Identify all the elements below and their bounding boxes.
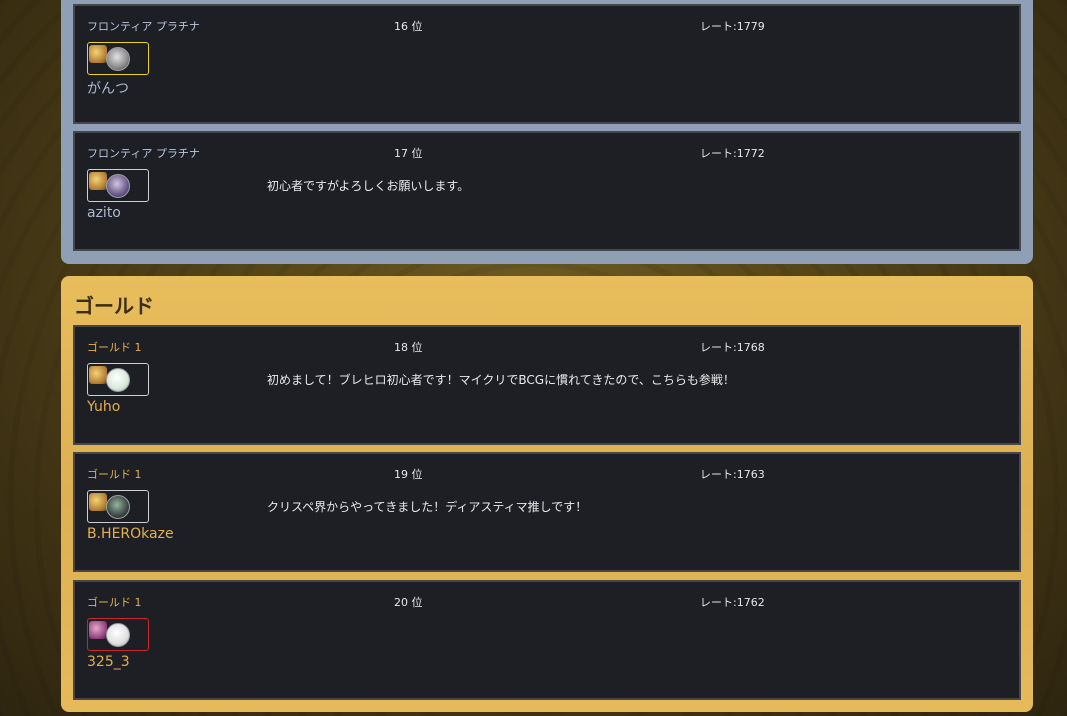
ranking-position: 20 位 [394,596,423,609]
player-name[interactable]: がんつ [87,78,129,98]
player-comment: 初めまして！ブレヒロ初心者です！マイクリでBCGに慣れてきたので、こちらも参戦！ [267,373,735,387]
leader-hero-icon [89,366,107,384]
ranking-position: 19 位 [394,468,423,481]
deck-thumbnail[interactable] [87,363,149,396]
rank-label: ゴールド 1 [87,468,142,481]
ranking-position: 17 位 [394,147,423,160]
deck-thumbnail[interactable] [87,42,149,75]
ranking-entry[interactable]: ゴールド 1 18 位 レート:1768 Yuho 初めまして！ブレヒロ初心者で… [73,325,1021,445]
rating-value: レート:1779 [700,20,765,33]
ranking-section-platinum: フロンティア プラチナ 16 位 レート:1779 がんつ フロンティア プラチ… [61,0,1033,264]
leader-hero-icon [89,493,107,511]
leader-hero-icon [89,172,107,190]
rating-value: レート:1772 [700,147,765,160]
hero-card-icon [106,47,130,71]
hero-card-icon [106,623,130,647]
hero-card-icon [106,174,130,198]
player-name[interactable]: B.HEROkaze [87,526,174,542]
ranking-entry[interactable]: フロンティア プラチナ 16 位 レート:1779 がんつ [73,4,1021,124]
player-comment: クリスペ界からやってきました！ディアスティマ推しです！ [267,500,588,514]
leader-hero-icon [89,45,107,63]
player-comment: 初心者ですがよろしくお願いします。 [267,179,470,193]
rating-value: レート:1768 [700,341,765,354]
ranking-position: 16 位 [394,20,423,33]
deck-thumbnail[interactable] [87,490,149,523]
player-name[interactable]: Yuho [87,399,120,415]
ranking-section-gold: ゴールド ゴールド 1 18 位 レート:1768 Yuho 初めまして！ブレヒ… [61,276,1033,712]
rank-label: ゴールド 1 [87,596,142,609]
rating-value: レート:1762 [700,596,765,609]
deck-thumbnail[interactable] [87,618,149,651]
rank-label: フロンティア プラチナ [87,147,200,160]
player-name[interactable]: azito [87,205,121,221]
ranking-position: 18 位 [394,341,423,354]
ranking-entry[interactable]: フロンティア プラチナ 17 位 レート:1772 azito 初心者ですがよろ… [73,131,1021,251]
section-title: ゴールド [74,294,154,318]
deck-thumbnail[interactable] [87,169,149,202]
hero-card-icon [106,368,130,392]
rank-label: フロンティア プラチナ [87,20,200,33]
rank-label: ゴールド 1 [87,341,142,354]
leader-hero-icon [89,621,107,639]
player-name[interactable]: 325_3 [87,654,130,670]
ranking-entry[interactable]: ゴールド 1 19 位 レート:1763 B.HEROkaze クリスペ界からや… [73,452,1021,572]
hero-card-icon [106,495,130,519]
rating-value: レート:1763 [700,468,765,481]
ranking-entry[interactable]: ゴールド 1 20 位 レート:1762 325_3 [73,580,1021,700]
